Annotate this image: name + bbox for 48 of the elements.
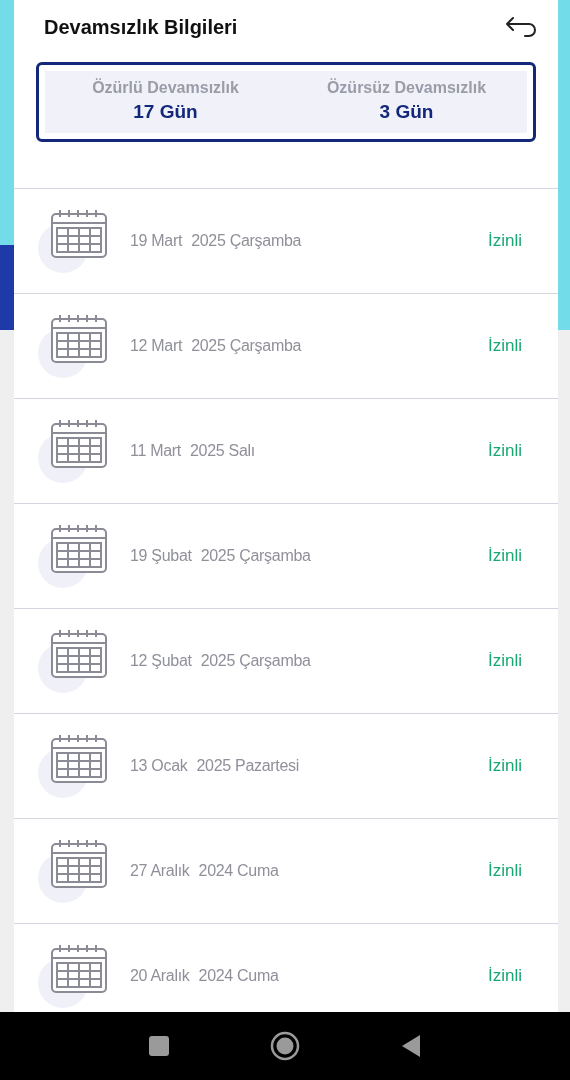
back-button[interactable] (504, 14, 538, 40)
status-text: İzinli (488, 441, 522, 461)
calendar-icon (38, 419, 110, 483)
calendar-icon (38, 524, 110, 588)
attendance-row[interactable]: 19 Mart 2025 Çarşamba İzinli (14, 188, 558, 293)
date-text: 19 Şubat (130, 547, 192, 565)
year-day-text: 2025 Çarşamba (191, 232, 302, 250)
date-text: 12 Şubat (130, 652, 192, 670)
date-text: 27 Aralık (130, 862, 190, 880)
status-text: İzinli (488, 336, 522, 356)
calendar-icon (38, 944, 110, 1008)
year-day-text: 2024 Cuma (198, 967, 279, 985)
date-text: 19 Mart (130, 232, 183, 250)
attendance-row[interactable]: 19 Şubat 2025 Çarşamba İzinli (14, 503, 558, 608)
status-text: İzinli (488, 651, 522, 671)
home-button[interactable] (270, 1031, 300, 1061)
status-text: İzinli (488, 231, 522, 251)
status-text: İzinli (488, 966, 522, 986)
date-text: 13 Ocak (130, 757, 188, 775)
attendance-row[interactable]: 11 Mart 2025 Salı İzinli (14, 398, 558, 503)
summary-value: 3 Gün (379, 101, 434, 123)
attendance-row[interactable]: 12 Şubat 2025 Çarşamba İzinli (14, 608, 558, 713)
summary-value: 17 Gün (133, 101, 198, 123)
date-text: 11 Mart (130, 442, 181, 460)
year-day-text: 2025 Çarşamba (200, 652, 311, 670)
year-day-text: 2025 Salı (189, 442, 255, 460)
year-day-text: 2025 Pazartesi (196, 757, 300, 775)
year-day-text: 2024 Cuma (198, 862, 279, 880)
calendar-icon (38, 314, 110, 378)
attendance-row[interactable]: 27 Aralık 2024 Cuma İzinli (14, 818, 558, 923)
calendar-icon (38, 839, 110, 903)
status-text: İzinli (488, 756, 522, 776)
attendance-row[interactable]: 13 Ocak 2025 Pazartesi İzinli (14, 713, 558, 818)
page-title: Devamsızlık Bilgileri (44, 15, 238, 39)
status-text: İzinli (488, 861, 522, 881)
date-text: 20 Aralık (130, 967, 190, 985)
back-nav-button[interactable] (400, 1034, 422, 1058)
date-text: 12 Mart (130, 337, 183, 355)
recents-button[interactable] (148, 1035, 170, 1057)
calendar-icon (38, 734, 110, 798)
attendance-row[interactable]: 12 Mart 2025 Çarşamba İzinli (14, 293, 558, 398)
year-day-text: 2025 Çarşamba (200, 547, 311, 565)
calendar-icon (38, 629, 110, 693)
status-text: İzinli (488, 546, 522, 566)
calendar-icon (38, 209, 110, 273)
summary-label: Özürlü Devamsızlık (92, 79, 239, 97)
year-day-text: 2025 Çarşamba (191, 337, 302, 355)
summary-label: Özürsüz Devamsızlık (326, 79, 487, 97)
